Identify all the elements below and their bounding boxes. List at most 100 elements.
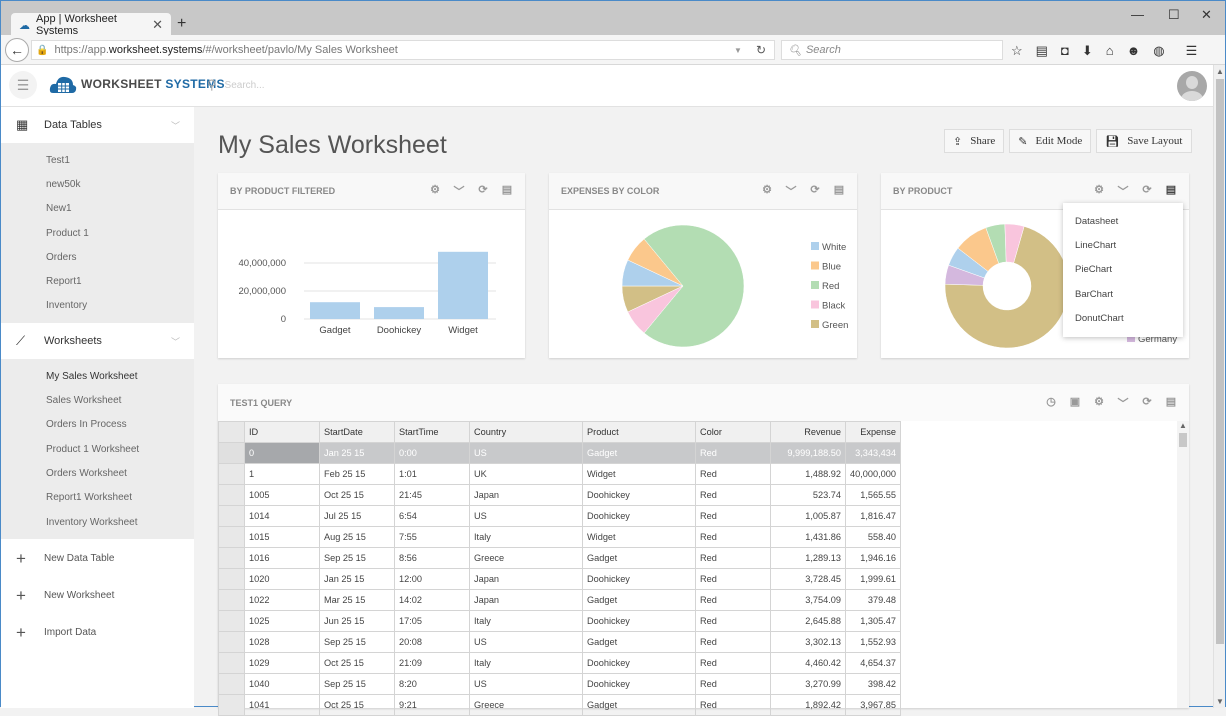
menu-item-datasheet[interactable]: Datasheet (1063, 209, 1183, 233)
cell-color[interactable]: Red (695, 694, 771, 716)
cell-product[interactable]: Gadget (582, 694, 696, 716)
app-search-input[interactable]: ⚲ Search... (207, 77, 265, 93)
cell-country[interactable]: Japan (469, 589, 583, 611)
table-row[interactable]: 1029 Oct 25 15 21:09 Italy Doohickey Red 4,460… (218, 652, 901, 674)
cell-startdate[interactable]: Sep 25 15 (319, 673, 395, 695)
row-header[interactable] (218, 547, 245, 569)
cell-startdate[interactable]: Jul 25 15 (319, 505, 395, 527)
sidebar-item-data-table[interactable]: Test1 (1, 148, 194, 172)
cell-starttime[interactable]: 0:00 (394, 442, 470, 464)
cell-id[interactable]: 1040 (244, 673, 320, 695)
column-header-expense[interactable]: Expense (845, 421, 901, 443)
cell-product[interactable]: Doohickey (582, 673, 696, 695)
back-button[interactable]: ← (5, 38, 29, 62)
maximize-button[interactable]: ☐ (1168, 7, 1180, 23)
sidebar-data-tables-header[interactable]: ▦ Data Tables ﹀ (1, 107, 194, 143)
refresh-icon[interactable]: ⟳ (477, 183, 489, 199)
column-header-country[interactable]: Country (469, 421, 583, 443)
browser-tab[interactable]: ☁ App | Worksheet Systems ✕ (11, 13, 171, 37)
cell-revenue[interactable]: 1,289.13 (770, 547, 846, 569)
cell-product[interactable]: Gadget (582, 631, 696, 653)
logo[interactable]: WORKSHEET SYSTEMS (49, 73, 225, 95)
sidebar-action-new-data-table[interactable]: + New Data Table (1, 540, 194, 577)
table-row[interactable]: 0 Jan 25 15 0:00 US Gadget Red 9,999,188.50 3,3… (218, 442, 901, 464)
view-menu-icon[interactable]: ▤ (833, 183, 845, 199)
minimize-button[interactable]: — (1131, 7, 1144, 22)
sidebar-worksheets-header[interactable]: ⟋ Worksheets ﹀ (1, 323, 194, 360)
reading-list-icon[interactable]: ▤ (1036, 43, 1048, 59)
view-menu-icon[interactable]: ▤ (501, 183, 513, 199)
cell-color[interactable]: Red (695, 547, 771, 569)
pocket-icon[interactable]: ◘ (1061, 43, 1069, 59)
cell-color[interactable]: Red (695, 442, 771, 464)
new-tab-button[interactable]: + (177, 15, 186, 33)
cell-color[interactable]: Red (695, 610, 771, 632)
url-dropdown-icon[interactable]: ▼ (734, 46, 742, 55)
row-header[interactable] (218, 463, 245, 485)
cell-product[interactable]: Doohickey (582, 505, 696, 527)
browser-search-input[interactable]: 🔍︎ Search (781, 40, 1003, 60)
cell-country[interactable]: US (469, 673, 583, 695)
close-window-button[interactable]: ✕ (1201, 7, 1212, 23)
row-header[interactable] (218, 694, 245, 716)
cell-expense[interactable]: 558.40 (845, 526, 901, 548)
cell-id[interactable]: 0 (244, 442, 320, 464)
extension-icon[interactable]: ◍ (1153, 43, 1164, 59)
cell-revenue[interactable]: 4,460.42 (770, 652, 846, 674)
column-header-color[interactable]: Color (695, 421, 771, 443)
hamburger-menu-icon[interactable]: ☰ (9, 71, 37, 99)
cell-startdate[interactable]: Oct 25 15 (319, 652, 395, 674)
cell-startdate[interactable]: Feb 25 15 (319, 463, 395, 485)
cell-startdate[interactable]: Jun 25 15 (319, 610, 395, 632)
url-bar[interactable]: 🔒 https://app.worksheet.systems/#/worksh… (31, 40, 775, 60)
cell-startdate[interactable]: Oct 25 15 (319, 694, 395, 716)
cell-country[interactable]: Italy (469, 652, 583, 674)
sidebar-item-worksheet[interactable]: Orders Worksheet (1, 461, 194, 485)
cell-revenue[interactable]: 2,645.88 (770, 610, 846, 632)
cell-startdate[interactable]: Aug 25 15 (319, 526, 395, 548)
row-header[interactable] (218, 652, 245, 674)
cell-id[interactable]: 1028 (244, 631, 320, 653)
cell-product[interactable]: Gadget (582, 442, 696, 464)
menu-item-linechart[interactable]: LineChart (1063, 233, 1183, 257)
refresh-icon[interactable]: ⟳ (809, 183, 821, 199)
cell-country[interactable]: Italy (469, 526, 583, 548)
cell-revenue[interactable]: 1,892.42 (770, 694, 846, 716)
cell-starttime[interactable]: 12:00 (394, 568, 470, 590)
cell-color[interactable]: Red (695, 673, 771, 695)
table-row[interactable]: 1022 Mar 25 15 14:02 Japan Gadget Red 3,754.09… (218, 589, 901, 611)
cell-expense[interactable]: 1,946.16 (845, 547, 901, 569)
cell-starttime[interactable]: 8:56 (394, 547, 470, 569)
user-avatar[interactable] (1177, 71, 1207, 101)
cell-country[interactable]: US (469, 442, 583, 464)
cell-product[interactable]: Widget (582, 463, 696, 485)
menu-item-barchart[interactable]: BarChart (1063, 282, 1183, 306)
cell-id[interactable]: 1014 (244, 505, 320, 527)
cell-expense[interactable]: 4,654.37 (845, 652, 901, 674)
cell-id[interactable]: 1 (244, 463, 320, 485)
cell-id[interactable]: 1020 (244, 568, 320, 590)
cell-color[interactable]: Red (695, 568, 771, 590)
chevron-down-icon[interactable]: ﹀ (1117, 395, 1129, 411)
table-row[interactable]: 1025 Jun 25 15 17:05 Italy Doohickey Red 2,645… (218, 610, 901, 632)
cell-starttime[interactable]: 21:09 (394, 652, 470, 674)
sidebar-item-worksheet[interactable]: My Sales Worksheet (1, 364, 194, 388)
refresh-icon[interactable]: ⟳ (1141, 395, 1153, 411)
cell-startdate[interactable]: Sep 25 15 (319, 547, 395, 569)
cell-country[interactable]: UK (469, 463, 583, 485)
row-header[interactable] (218, 526, 245, 548)
row-header[interactable] (218, 568, 245, 590)
table-row[interactable]: 1015 Aug 25 15 7:55 Italy Widget Red 1,431.86 5… (218, 526, 901, 548)
row-header[interactable] (218, 673, 245, 695)
sidebar-item-worksheet[interactable]: Sales Worksheet (1, 388, 194, 412)
cell-country[interactable]: Japan (469, 484, 583, 506)
gear-icon[interactable]: ⚙ (1093, 183, 1105, 199)
chevron-down-icon[interactable]: ﹀ (453, 183, 465, 199)
cell-startdate[interactable]: Jan 25 15 (319, 442, 395, 464)
gear-icon[interactable]: ⚙ (1093, 395, 1105, 411)
cell-product[interactable]: Gadget (582, 589, 696, 611)
menu-icon[interactable]: ☰ (1186, 43, 1198, 59)
cell-starttime[interactable]: 14:02 (394, 589, 470, 611)
refresh-icon[interactable]: ⟳ (1141, 183, 1153, 199)
cell-revenue[interactable]: 523.74 (770, 484, 846, 506)
